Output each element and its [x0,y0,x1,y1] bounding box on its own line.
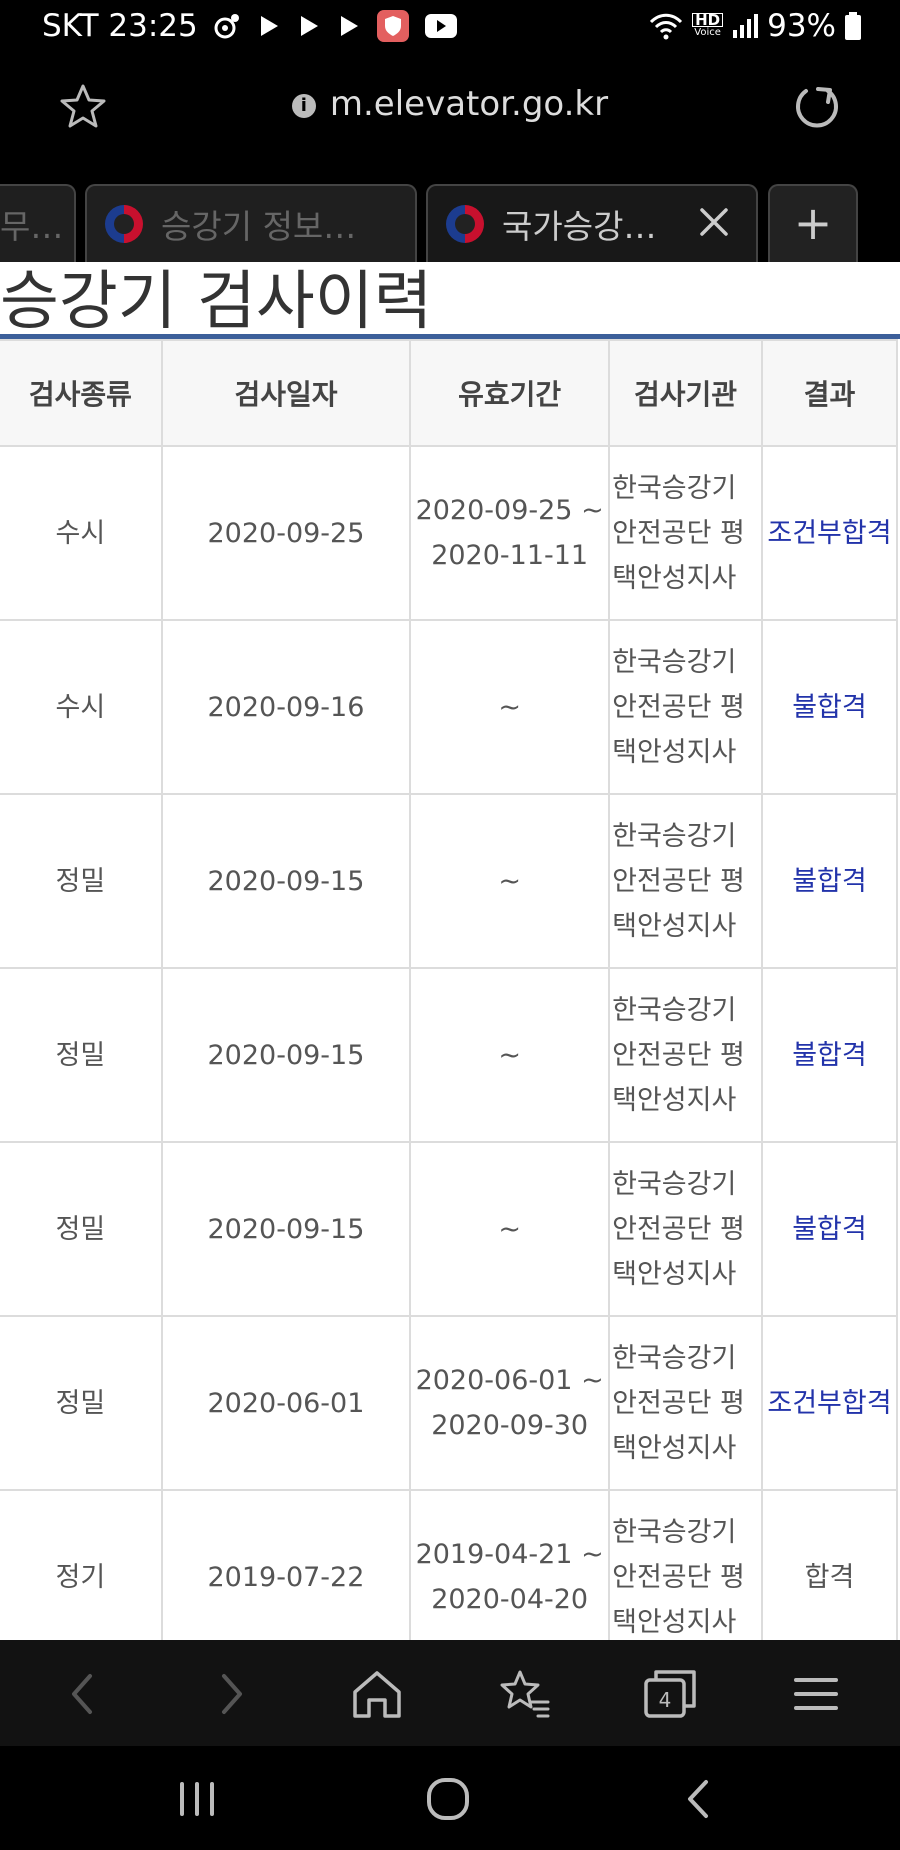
shield-app-icon [376,9,410,43]
table-row: 수시 2020-09-25 2020-09-25 ~ 2020-11-11 한국… [0,445,899,621]
korea-flag-icon [446,205,484,243]
recent-apps-icon[interactable] [172,1774,222,1824]
inspection-history-table: 검사종류 검사일자 유효기간 검사기관 결과 수시 2020-09-25 202… [0,339,899,1640]
cell-result-link[interactable]: 불합격 [760,1141,899,1317]
tabs-button[interactable]: 4 [640,1664,700,1724]
close-tab-icon[interactable] [696,204,732,240]
status-bar: SKT 23:25 HD Voice 93% [0,0,900,56]
tab-elevator-info[interactable]: 승강기 정보… [85,184,417,262]
cell-type: 정밀 [0,1315,163,1491]
carrier-time: SKT 23:25 [42,8,198,44]
table-row: 수시 2020-09-16 ~ 한국승강기안전공단 평택안성지사 불합격 [0,619,899,795]
cell-valid: 2020-06-01 ~ 2020-09-30 [409,1315,611,1491]
cell-result-link[interactable]: 불합격 [760,793,899,969]
cell-valid: 2020-09-25 ~ 2020-11-11 [409,445,611,621]
new-tab-button[interactable]: + [768,184,858,262]
cell-date: 2020-06-01 [160,1315,412,1491]
browser-toolbar: 4 [0,1640,900,1746]
tab-previous[interactable]: 무… [0,184,76,262]
wifi-icon [648,11,684,41]
cell-type: 정밀 [0,793,163,969]
col-header-valid: 유효기간 [409,339,611,447]
table-row: 정기 2019-07-22 2019-04-21 ~ 2020-04-20 한국… [0,1489,899,1640]
play-notification-icon [336,13,362,39]
cell-org: 한국승강기안전공단 평택안성지사 [608,793,763,969]
table-row: 정밀 2020-09-15 ~ 한국승강기안전공단 평택안성지사 불합격 [0,1141,899,1317]
cell-date: 2020-09-15 [160,1141,412,1317]
cell-type: 정밀 [0,967,163,1143]
col-header-date: 검사일자 [160,339,412,447]
nfc-icon [212,11,242,41]
tab-label: 국가승강… [502,207,657,246]
cell-date: 2019-07-22 [160,1489,412,1640]
home-button[interactable] [347,1664,407,1724]
cell-result-link[interactable]: 불합격 [760,967,899,1143]
table-row: 정밀 2020-09-15 ~ 한국승강기안전공단 평택안성지사 불합격 [0,793,899,969]
cell-result-link[interactable]: 불합격 [760,619,899,795]
address-field[interactable]: i m.elevator.go.kr [0,84,900,124]
cell-valid: ~ [409,619,611,795]
play-notification-icon [256,13,282,39]
menu-button[interactable] [786,1664,846,1724]
site-info-icon[interactable]: i [291,94,316,118]
voice-label: Voice [694,27,721,38]
korea-flag-icon [105,205,143,243]
youtube-icon [424,13,458,39]
hd-voice-icon: HD Voice [692,13,724,39]
hd-label: HD [692,13,724,28]
col-header-result: 결과 [760,339,899,447]
table-row: 정밀 2020-06-01 2020-06-01 ~ 2020-09-30 한국… [0,1315,899,1491]
table-row: 정밀 2020-09-15 ~ 한국승강기안전공단 평택안성지사 불합격 [0,967,899,1143]
cell-org: 한국승강기안전공단 평택안성지사 [608,619,763,795]
cell-valid: 2019-04-21 ~ 2020-04-20 [409,1489,611,1640]
cell-valid: ~ [409,1141,611,1317]
cell-org: 한국승강기안전공단 평택안성지사 [608,967,763,1143]
cell-valid: ~ [409,793,611,969]
cell-type: 정밀 [0,1141,163,1317]
cell-org: 한국승강기안전공단 평택안성지사 [608,1141,763,1317]
cell-result-link[interactable]: 조건부합격 [760,445,899,621]
system-nav-bar [0,1746,900,1850]
col-header-org: 검사기관 [608,339,763,447]
cell-org: 한국승강기안전공단 평택안성지사 [608,1315,763,1491]
battery-icon [844,11,862,41]
tab-label: 무… [0,207,64,246]
cell-org: 한국승강기안전공단 평택안성지사 [608,1489,763,1640]
web-page: 승강기 검사이력 검사종류 검사일자 유효기간 검사기관 결과 수시 2020-… [0,262,900,1640]
cell-type: 수시 [0,445,163,621]
tab-label: 승강기 정보… [161,207,357,246]
battery-percent: 93% [767,8,836,44]
back-button[interactable] [54,1664,114,1724]
tab-active[interactable]: 국가승강… [426,184,758,262]
play-notification-icon [296,13,322,39]
table-header-row: 검사종류 검사일자 유효기간 검사기관 결과 [0,339,899,447]
back-system-icon[interactable] [674,1774,724,1824]
cell-result-link[interactable]: 조건부합격 [760,1315,899,1491]
signal-icon [731,12,759,40]
cell-valid: ~ [409,967,611,1143]
home-system-icon[interactable] [423,1774,473,1824]
tab-count: 4 [659,1688,672,1712]
cell-date: 2020-09-15 [160,793,412,969]
page-title: 승강기 검사이력 [0,265,433,339]
tab-strip: 무… 승강기 정보… 국가승강… + [0,180,900,262]
cell-date: 2020-09-25 [160,445,412,621]
reload-icon[interactable] [790,80,844,134]
col-header-type: 검사종류 [0,339,163,447]
cell-type: 정기 [0,1489,163,1640]
cell-date: 2020-09-16 [160,619,412,795]
cell-org: 한국승강기안전공단 평택안성지사 [608,445,763,621]
cell-result: 합격 [760,1489,899,1640]
bookmarks-button[interactable] [494,1664,554,1724]
url-text: m.elevator.go.kr [329,84,609,124]
cell-date: 2020-09-15 [160,967,412,1143]
cell-type: 수시 [0,619,163,795]
url-bar: i m.elevator.go.kr [0,56,900,180]
forward-button[interactable] [200,1664,260,1724]
